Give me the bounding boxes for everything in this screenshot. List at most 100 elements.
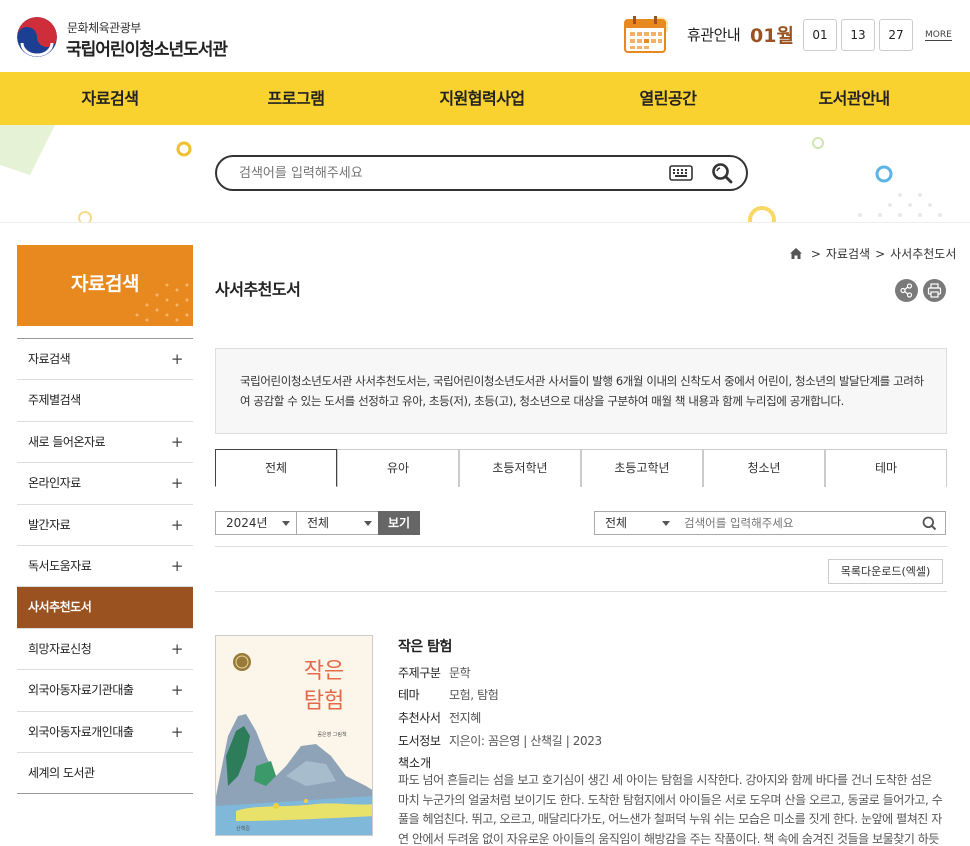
search-icon[interactable]	[922, 516, 937, 531]
nav-item-support[interactable]: 지원협력사업	[385, 72, 579, 125]
government-logo-icon[interactable]	[17, 17, 57, 57]
search-icon[interactable]	[711, 162, 733, 184]
book-title[interactable]: 작은 탐험	[398, 636, 452, 656]
share-button[interactable]	[895, 279, 918, 302]
book-cover-image[interactable]: 작은 탐험 꼼은영 그림책 산책길	[215, 635, 373, 836]
library-name[interactable]: 국립어린이청소년도서관	[66, 35, 228, 60]
share-icon	[900, 283, 913, 298]
nav-item-material-search[interactable]: 자료검색	[13, 72, 207, 125]
year-select-value: 2024년	[226, 516, 268, 530]
cover-publisher: 산책길	[236, 825, 250, 832]
view-button[interactable]: 보기	[378, 511, 420, 535]
tab-theme[interactable]: 테마	[825, 449, 947, 487]
breadcrumb: > 자료검색 > 사서추천도서	[790, 245, 956, 262]
main-search-input[interactable]	[239, 163, 649, 183]
closing-day-2: 13	[841, 19, 875, 51]
keyboard-icon[interactable]	[669, 165, 693, 181]
meta-value: 전지혜	[449, 711, 481, 725]
tab-lower-elementary[interactable]: 초등저학년	[459, 449, 581, 487]
search-field-select[interactable]: 전체	[594, 511, 677, 535]
breadcrumb-separator: >	[810, 247, 821, 261]
lnb-title: 자료검색	[17, 245, 193, 326]
search-zone	[0, 125, 970, 223]
side-menu-item-foreign-institution-loan[interactable]: 외국아동자료기관대출 +	[17, 670, 193, 712]
cover-author: 꼼은영 그림책	[317, 731, 347, 738]
list-search-input[interactable]	[684, 515, 904, 531]
plus-icon: +	[170, 639, 184, 658]
meta-key: 추천사서	[398, 711, 441, 725]
closing-month: 01월	[750, 25, 794, 47]
year-select[interactable]: 2024년	[215, 511, 297, 535]
side-menu-item-reading-aid[interactable]: 독서도움자료 +	[17, 546, 193, 588]
excel-download-button[interactable]: 목록다운로드(엑셀)	[828, 559, 943, 584]
side-menu-item-librarian-picks[interactable]: 사서추천도서	[17, 587, 193, 629]
plus-icon: +	[170, 474, 184, 493]
intro-box: 국립어린이청소년도서관 사서추천도서는, 국립어린이청소년도서관 사서들이 발행…	[215, 348, 947, 434]
book-meta-info: 도서정보 지은이: 꼼은영 | 산책길 | 2023	[398, 732, 602, 749]
plus-icon: +	[170, 722, 184, 741]
closing-day-3: 27	[879, 19, 913, 51]
chevron-down-icon	[282, 521, 290, 526]
side-menu-label: 주제별검색	[28, 393, 81, 408]
plus-icon: +	[170, 432, 184, 451]
month-select-value: 전체	[307, 516, 330, 530]
list-search-box	[676, 511, 946, 535]
month-select[interactable]: 전체	[297, 511, 379, 535]
plus-icon: +	[170, 556, 184, 575]
breadcrumb-level-1[interactable]: 자료검색	[826, 247, 870, 261]
side-menu-item-material-search[interactable]: 자료검색 +	[17, 339, 193, 381]
cover-title-line-2: 탐험	[304, 689, 344, 714]
tab-toddler[interactable]: 유아	[337, 449, 459, 487]
nav-item-open-space[interactable]: 열린공간	[571, 72, 765, 125]
book-meta-librarian: 추천사서 전지혜	[398, 709, 481, 726]
side-menu-label: 독서도움자료	[28, 558, 92, 573]
tab-upper-elementary[interactable]: 초등고학년	[581, 449, 703, 487]
side-menu-label: 세계의 도서관	[28, 765, 95, 780]
main-search-box	[215, 155, 748, 191]
category-tabs: 전체 유아 초등저학년 초등고학년 청소년 테마	[215, 449, 947, 487]
chevron-down-icon	[662, 521, 670, 526]
breadcrumb-separator: >	[875, 247, 886, 261]
intro-text: 국립어린이청소년도서관 사서추천도서는, 국립어린이청소년도서관 사서들이 발행…	[240, 374, 924, 408]
meta-key: 테마	[398, 688, 420, 702]
breadcrumb-level-2[interactable]: 사서추천도서	[890, 247, 956, 261]
side-menu-label: 희망자료신청	[28, 641, 92, 656]
side-menu-item-wish-request[interactable]: 희망자료신청 +	[17, 629, 193, 671]
plus-icon: +	[170, 350, 184, 368]
closing-info-label: 휴관안내	[687, 26, 741, 44]
tab-all[interactable]: 전체	[215, 449, 337, 487]
tab-teen[interactable]: 청소년	[703, 449, 825, 487]
side-menu-label: 새로 들어온자료	[28, 434, 106, 449]
side-menu-item-subject-search[interactable]: 주제별검색	[17, 380, 193, 422]
side-menu: 자료검색 + 주제별검색 새로 들어온자료 + 온라인자료 + 발간자료 + 독서도움자…	[17, 338, 193, 795]
side-menu-item-publications[interactable]: 발간자료 +	[17, 505, 193, 546]
meta-key: 도서정보	[398, 734, 441, 748]
side-menu-label: 외국아동자료개인대출	[28, 724, 134, 739]
closing-day-1: 01	[803, 19, 837, 51]
closing-more-link[interactable]: MORE	[925, 30, 952, 41]
divider	[215, 591, 947, 592]
side-menu-label: 사서추천도서	[28, 600, 92, 615]
meta-value: 모험, 탐험	[449, 688, 499, 702]
print-button[interactable]	[923, 279, 946, 302]
book-intro-label: 책소개	[398, 756, 432, 770]
meta-value: 지은이: 꼼은영 | 산책길 | 2023	[449, 734, 602, 748]
meta-value: 문학	[449, 666, 471, 680]
plus-icon: +	[170, 515, 184, 534]
divider	[215, 546, 947, 547]
nav-item-library-info[interactable]: 도서관안내	[757, 72, 951, 125]
home-icon[interactable]	[790, 248, 802, 262]
side-menu-item-world-libraries[interactable]: 세계의 도서관	[17, 753, 193, 795]
book-meta-subject: 주제구분 문학	[398, 664, 471, 681]
side-menu-item-online[interactable]: 온라인자료 +	[17, 463, 193, 505]
chevron-down-icon	[364, 521, 372, 526]
ministry-name: 문화체육관광부	[67, 21, 141, 35]
side-menu-item-foreign-personal-loan[interactable]: 외국아동자료개인대출 +	[17, 712, 193, 753]
book-intro-text: 파도 넘어 흔들리는 섬을 보고 호기심이 생긴 세 아이는 탐험을 시작한다.…	[398, 773, 943, 846]
meta-key: 주제구분	[398, 666, 441, 680]
lnb-title-text: 자료검색	[71, 273, 139, 295]
side-menu-label: 외국아동자료기관대출	[28, 683, 134, 698]
nav-item-program[interactable]: 프로그램	[199, 72, 393, 125]
plus-icon: +	[170, 681, 184, 700]
side-menu-item-new-arrivals[interactable]: 새로 들어온자료 +	[17, 422, 193, 464]
